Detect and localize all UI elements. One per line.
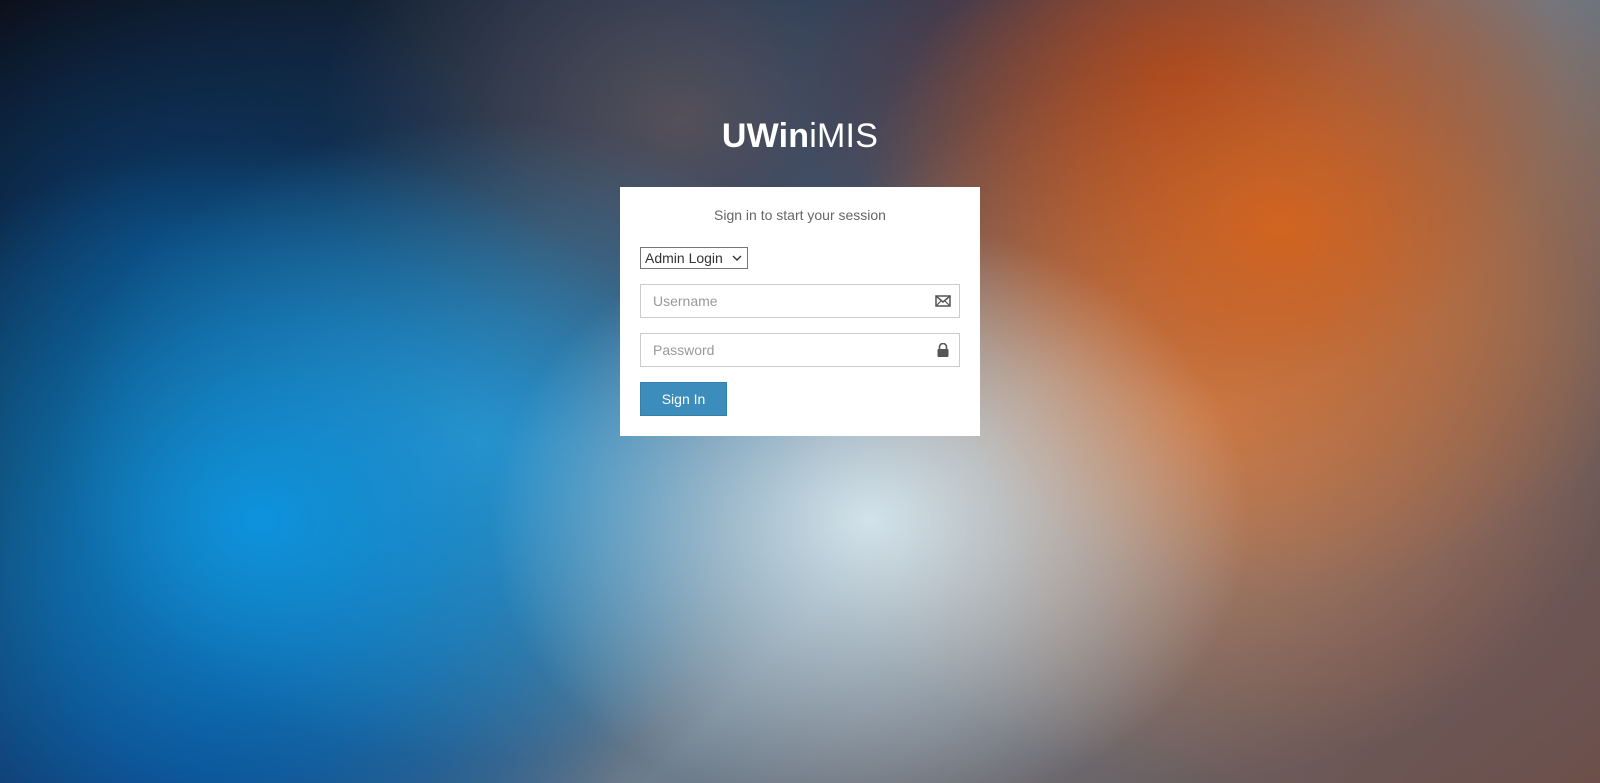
password-input[interactable] bbox=[641, 334, 921, 366]
username-field-group bbox=[640, 284, 960, 318]
login-box: Sign in to start your session Admin Logi… bbox=[620, 187, 980, 436]
username-input[interactable] bbox=[641, 285, 921, 317]
logo-bold-text: UWin bbox=[721, 117, 810, 155]
envelope-icon bbox=[935, 295, 951, 307]
logo-light-text: iMIS bbox=[809, 117, 879, 155]
sign-in-button[interactable]: Sign In bbox=[640, 382, 727, 416]
lock-icon bbox=[937, 343, 949, 357]
login-type-select[interactable]: Admin Login bbox=[640, 247, 748, 269]
login-box-message: Sign in to start your session bbox=[714, 207, 886, 223]
login-type-selected-value: Admin Login bbox=[645, 250, 723, 266]
app-logo: UWiniMIS bbox=[0, 114, 1600, 158]
password-field-group bbox=[640, 333, 960, 367]
chevron-down-icon bbox=[732, 255, 742, 261]
